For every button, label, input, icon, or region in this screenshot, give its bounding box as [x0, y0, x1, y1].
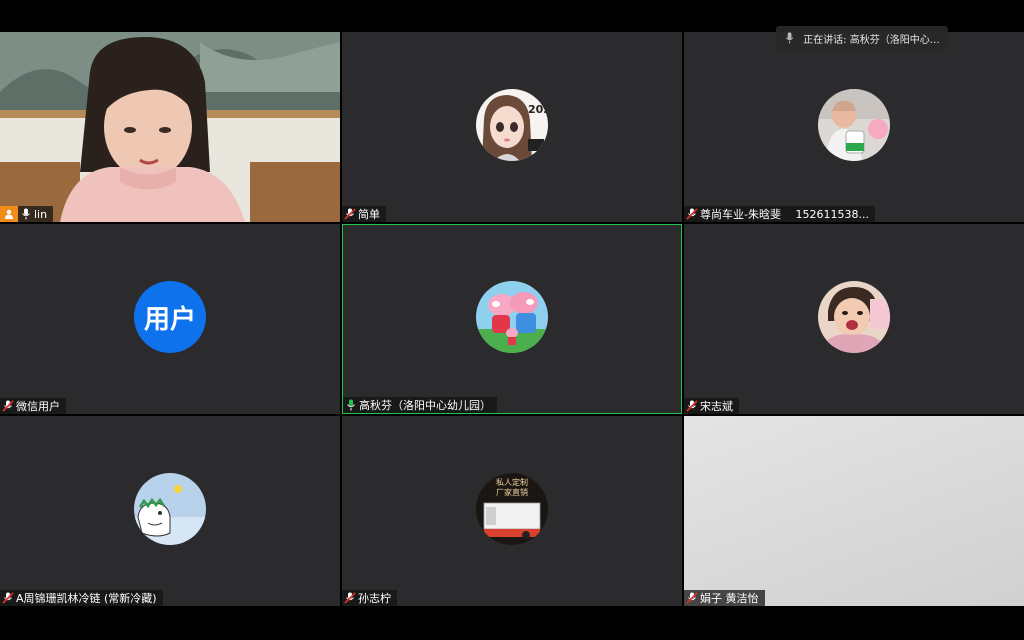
microphone-icon: [18, 206, 34, 222]
participant-name-tag: 微信用户: [0, 398, 66, 414]
microphone-muted-icon: [684, 590, 700, 606]
participant-name-tag: 简单: [342, 206, 386, 222]
participant-name-tag: A周锦珊凯林冷链 (常新冷藏): [0, 590, 163, 606]
participant-tile-songzhibin[interactable]: 宋志斌: [684, 224, 1024, 414]
avatar-year-text: 2022: [528, 103, 548, 116]
microphone-muted-icon: [684, 206, 700, 222]
participant-name: 娟子 黄洁怡: [700, 592, 759, 605]
participant-name-tag: 尊尚车业-朱晗斐 152611538...: [684, 206, 875, 222]
microphone-active-icon: [343, 397, 359, 413]
microphone-muted-icon: [684, 398, 700, 414]
avatar-text-line-2: 厂家直销: [496, 487, 528, 497]
participant-tile-zunshang[interactable]: 尊尚车业-朱晗斐 152611538...: [684, 32, 1024, 222]
participant-avatar: [134, 473, 206, 545]
participant-name: 简单: [358, 208, 380, 221]
speaking-indicator: 正在讲话: 高秋芬（洛阳中心幼儿...: [776, 26, 948, 50]
participant-name: A周锦珊凯林冷链 (常新冷藏): [16, 592, 157, 605]
participant-name-tag: 孙志柠: [342, 590, 397, 606]
participant-tile-juanzi[interactable]: 娟子 黄洁怡: [684, 416, 1024, 606]
participant-name: 尊尚车业-朱晗斐 152611538...: [700, 208, 869, 221]
participant-tile-zhoujinshan[interactable]: A周锦珊凯林冷链 (常新冷藏): [0, 416, 340, 606]
participant-avatar: [818, 281, 890, 353]
participant-avatar: 私人定制 厂家直销: [476, 473, 548, 545]
participant-name: 高秋芬（洛阳中心幼儿园）: [359, 399, 491, 412]
microphone-muted-icon: [0, 590, 16, 606]
participant-avatar: 2022: [476, 89, 548, 161]
avatar-text-line-1: 私人定制: [496, 477, 528, 487]
participant-tile-weixin-user[interactable]: 用户 微信用户: [0, 224, 340, 414]
microphone-icon: [785, 32, 794, 44]
microphone-muted-icon: [342, 590, 358, 606]
participant-name: 微信用户: [16, 400, 60, 413]
participant-avatar: [818, 89, 890, 161]
participant-name: 宋志斌: [700, 400, 733, 413]
participant-name: lin: [34, 207, 48, 221]
participant-avatar: [476, 281, 548, 353]
participant-tile-sunzhining[interactable]: 私人定制 厂家直销 孙志柠: [342, 416, 682, 606]
participant-avatar-initials: 用户: [134, 281, 206, 353]
host-icon: [0, 206, 18, 222]
participant-name-tag: lin: [0, 206, 54, 222]
participant-tile-lin[interactable]: lin: [0, 32, 340, 222]
video-grid: lin 2022 简单: [0, 32, 1024, 608]
participant-video: [0, 32, 340, 222]
participant-name-tag: 娟子 黄洁怡: [684, 590, 765, 606]
participant-name: 孙志柠: [358, 592, 391, 605]
participant-name-tag: 高秋芬（洛阳中心幼儿园）: [343, 397, 497, 413]
bottom-bar: [0, 608, 1024, 640]
speaking-text: 正在讲话: 高秋芬（洛阳中心幼儿...: [803, 34, 948, 46]
microphone-muted-icon: [0, 398, 16, 414]
participant-name-tag: 宋志斌: [684, 398, 739, 414]
participant-video: [684, 416, 1024, 606]
microphone-muted-icon: [342, 206, 358, 222]
participant-tile-active-speaker[interactable]: 高秋芬（洛阳中心幼儿园）: [342, 224, 682, 414]
participant-tile-jiandan[interactable]: 2022 简单: [342, 32, 682, 222]
